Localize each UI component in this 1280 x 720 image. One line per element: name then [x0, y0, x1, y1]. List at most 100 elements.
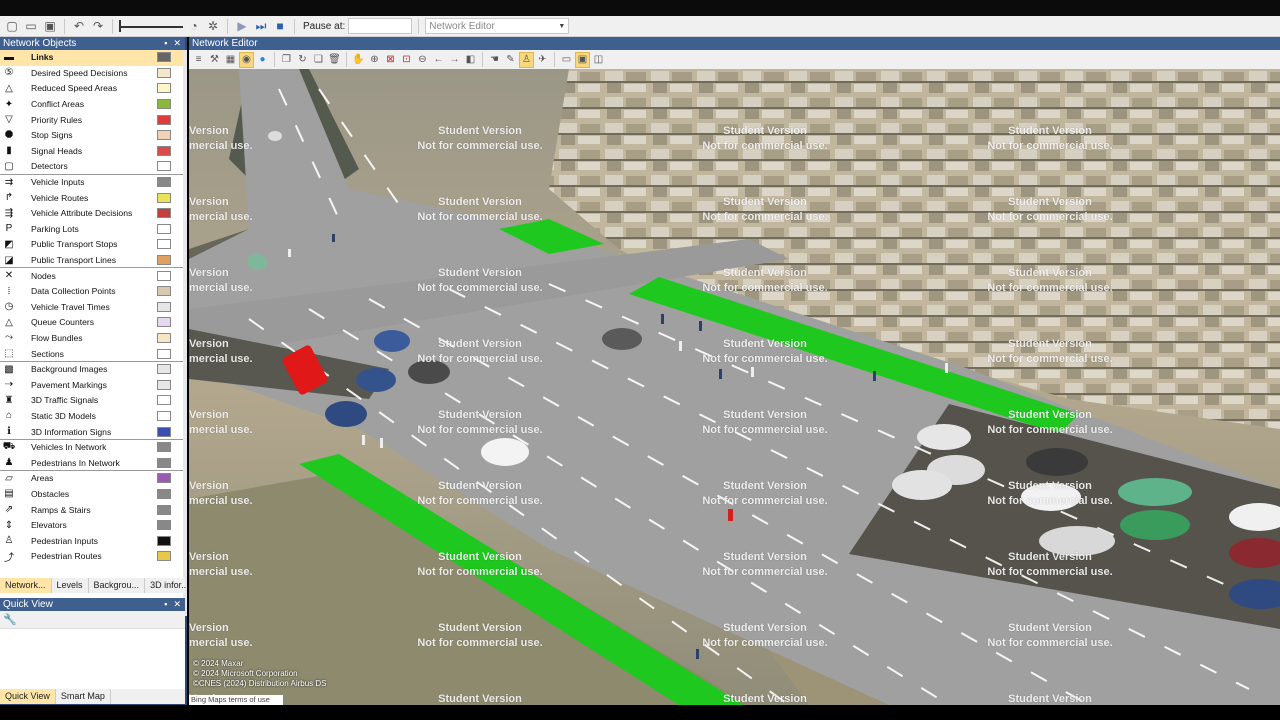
screenshot-icon[interactable]: ▭	[559, 52, 574, 68]
network-object-row[interactable]: ◷ Vehicle Travel Times	[0, 300, 185, 316]
settings-icon[interactable]: ✲	[205, 18, 221, 34]
network-object-row[interactable]: ▮ Signal Heads	[0, 144, 185, 160]
pan-hand-icon[interactable]: ✋	[351, 52, 366, 68]
graphic-parameter-swatch[interactable]	[157, 286, 171, 297]
zoom-window-icon[interactable]: ⊡	[399, 52, 414, 68]
network-object-row[interactable]: △ Queue Counters	[0, 315, 185, 331]
network-object-row[interactable]: ▤ Obstacles	[0, 487, 185, 503]
undo-icon[interactable]: ↶	[71, 18, 87, 34]
forward-icon[interactable]: →	[447, 52, 462, 68]
step-forward-icon[interactable]: ⏭	[253, 18, 269, 34]
pin-icon[interactable]: ▪	[164, 599, 167, 610]
graphic-parameter-swatch[interactable]	[157, 223, 171, 234]
zoom-all-icon[interactable]: ⊠	[383, 52, 398, 68]
graphic-parameter-swatch[interactable]	[157, 114, 171, 125]
pause-at-input[interactable]	[348, 18, 413, 34]
vertical-scrollbar[interactable]	[183, 50, 187, 616]
graphic-parameter-swatch[interactable]	[157, 301, 171, 312]
graphic-parameter-swatch[interactable]	[157, 520, 171, 531]
graphic-parameter-swatch[interactable]	[157, 208, 171, 219]
grid-icon[interactable]: ▦	[223, 52, 238, 68]
graphic-parameter-swatch[interactable]	[157, 239, 171, 250]
graphic-parameter-swatch[interactable]	[157, 442, 171, 453]
back-icon[interactable]: ←	[431, 52, 446, 68]
graphic-parameter-swatch[interactable]	[157, 504, 171, 515]
globe-icon[interactable]: ◉	[239, 51, 254, 68]
pencil-icon[interactable]: ✎	[503, 52, 518, 68]
network-object-row[interactable]: ▱ Areas	[0, 471, 185, 487]
panel-tab[interactable]: Levels	[52, 578, 89, 593]
network-object-row[interactable]: ◩ Public Transport Stops	[0, 237, 185, 253]
wrench-icon[interactable]: 🔧	[0, 611, 185, 629]
network-object-row[interactable]: ⑤ Desired Speed Decisions	[0, 66, 185, 82]
3d-scene-graphic[interactable]	[189, 69, 1280, 705]
hand-icon[interactable]: ☚	[487, 52, 502, 68]
graphic-parameter-swatch[interactable]	[157, 145, 171, 156]
graphic-parameter-swatch[interactable]	[157, 161, 171, 172]
graphic-parameter-swatch[interactable]	[157, 130, 171, 141]
graphic-parameter-swatch[interactable]	[157, 270, 171, 281]
graphic-parameter-swatch[interactable]	[157, 99, 171, 110]
network-object-row[interactable]: ⤴ Pedestrian Routes	[0, 549, 185, 565]
zoom-in-icon[interactable]: ⊕	[367, 52, 382, 68]
wrench-icon[interactable]: ⚒	[207, 52, 222, 68]
network-object-row[interactable]: ⦙ Data Collection Points	[0, 284, 185, 300]
speed-gauge-icon[interactable]: ◔	[186, 18, 202, 34]
graphic-parameter-swatch[interactable]	[157, 67, 171, 78]
network-object-row[interactable]: ▽ Priority Rules	[0, 112, 185, 128]
network-object-row[interactable]: ↱ Vehicle Routes	[0, 190, 185, 206]
zoom-out-icon[interactable]: ⊖	[415, 52, 430, 68]
panel-tab[interactable]: Network...	[0, 578, 52, 593]
3d-mode-icon[interactable]: ▣	[575, 51, 590, 68]
3d-network-view[interactable]: Version mercial use. Student Version Not fo…	[189, 69, 1280, 705]
network-object-row[interactable]: ⛟ Vehicles In Network	[0, 440, 185, 456]
graphic-parameter-swatch[interactable]	[157, 255, 171, 266]
network-object-row[interactable]: ⬚ Sections	[0, 346, 185, 362]
network-object-row[interactable]: P Parking Lots	[0, 222, 185, 238]
network-object-row[interactable]: ▢ Detectors	[0, 159, 185, 175]
graphic-parameter-swatch[interactable]	[157, 348, 171, 359]
play-icon[interactable]: ▶	[234, 18, 250, 34]
camera-view-icon[interactable]: ◧	[463, 52, 478, 68]
copy-icon[interactable]: ❐	[279, 52, 294, 68]
graphic-parameter-swatch[interactable]	[157, 317, 171, 328]
new-file-icon[interactable]: ▢	[4, 18, 20, 34]
graphic-parameter-swatch[interactable]	[157, 473, 171, 484]
editor-selector-combo[interactable]: Network Editor ▼	[425, 18, 570, 34]
delete-icon[interactable]: 🗑	[327, 52, 342, 68]
stop-icon[interactable]: ■	[272, 18, 288, 34]
graphic-parameter-swatch[interactable]	[157, 379, 171, 390]
network-object-row[interactable]: ♙ Pedestrian Inputs	[0, 533, 185, 549]
graphic-parameter-swatch[interactable]	[157, 364, 171, 375]
network-object-row[interactable]: ⇉ Vehicle Inputs	[0, 175, 185, 191]
panel-tab[interactable]: Smart Map	[56, 689, 111, 704]
list-icon[interactable]: ≡	[191, 52, 206, 68]
pin-icon[interactable]: ▪	[164, 38, 167, 49]
graphic-parameter-swatch[interactable]	[157, 52, 171, 63]
panel-tab[interactable]: 3D infor...	[145, 578, 195, 593]
graphic-parameter-swatch[interactable]	[157, 395, 171, 406]
network-object-row[interactable]: ℹ 3D Information Signs	[0, 424, 185, 440]
graphic-parameter-swatch[interactable]	[157, 535, 171, 546]
graphic-parameter-swatch[interactable]	[157, 551, 171, 562]
redo-icon[interactable]: ↷	[90, 18, 106, 34]
graphic-parameter-swatch[interactable]	[157, 488, 171, 499]
graphic-parameter-swatch[interactable]	[157, 426, 171, 437]
open-folder-icon[interactable]: ▭	[23, 18, 39, 34]
layers-icon[interactable]: ◫	[591, 52, 606, 68]
close-icon[interactable]: ✕	[173, 599, 181, 610]
network-object-row[interactable]: ⇕ Elevators	[0, 518, 185, 534]
rotate-icon[interactable]: ↻	[295, 52, 310, 68]
network-object-row[interactable]: △ Reduced Speed Areas	[0, 81, 185, 97]
graphic-parameter-swatch[interactable]	[157, 457, 171, 468]
close-icon[interactable]: ✕	[173, 38, 181, 49]
flight-icon[interactable]: ✈	[535, 52, 550, 68]
bing-maps-terms-link[interactable]: Bing Maps terms of use	[189, 695, 283, 705]
network-object-row[interactable]: ⇶ Vehicle Attribute Decisions	[0, 206, 185, 222]
paste-icon[interactable]: ❏	[311, 52, 326, 68]
graphic-parameter-swatch[interactable]	[157, 332, 171, 343]
location-pin-icon[interactable]: ●	[255, 52, 270, 68]
network-object-row[interactable]: ⌂ Static 3D Models	[0, 409, 185, 425]
network-object-row[interactable]: ♜ 3D Traffic Signals	[0, 393, 185, 409]
network-object-row[interactable]: ♟ Pedestrians In Network	[0, 455, 185, 472]
